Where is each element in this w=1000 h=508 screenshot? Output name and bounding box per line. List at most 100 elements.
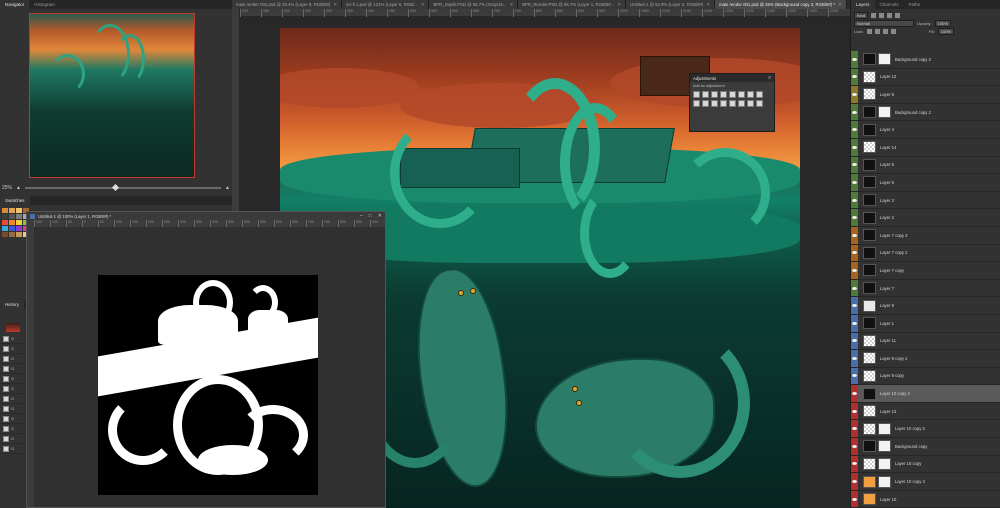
filter-pixel-icon[interactable] — [871, 12, 877, 18]
hue-saturation-icon[interactable] — [738, 91, 745, 98]
history-item[interactable]: G — [0, 334, 28, 344]
layer-name[interactable]: Layer 7 copy 2 — [880, 250, 907, 255]
layer-thumbnail[interactable] — [863, 457, 876, 470]
layer-row[interactable]: Layer 8 copy 2 — [851, 350, 1000, 368]
channel-mixer-icon[interactable] — [702, 100, 709, 107]
layer-name[interactable]: Layer 7 copy 3 — [880, 233, 907, 238]
swatch[interactable] — [16, 220, 22, 225]
history-item[interactable]: G — [0, 354, 28, 364]
document-tab[interactable]: BPR_Render.PSD @ 66.7% (Layer 1, RGB/8#.… — [518, 0, 626, 9]
zoom-slider[interactable] — [24, 183, 222, 192]
layer-thumbnail[interactable] — [863, 334, 876, 347]
vibrance-icon[interactable] — [729, 91, 736, 98]
history-item[interactable]: G — [0, 424, 28, 434]
layer-name[interactable]: Layer 10 copy 3 — [895, 479, 925, 484]
layer-thumbnail[interactable] — [863, 106, 876, 119]
visibility-eye-icon[interactable] — [852, 57, 857, 61]
layer-name[interactable]: Layer 8 — [880, 92, 894, 97]
silhouette-mask-canvas[interactable] — [98, 275, 318, 495]
layer-name[interactable]: Layer 10 — [880, 497, 896, 502]
visibility-eye-icon[interactable] — [852, 497, 857, 501]
layer-thumbnail[interactable] — [863, 299, 876, 312]
zoom-out-icon[interactable]: ▲ — [16, 185, 21, 191]
zoom-value[interactable]: 25% — [2, 185, 12, 191]
tab-history[interactable]: History — [0, 300, 25, 309]
visibility-eye-icon[interactable] — [852, 480, 857, 484]
layer-thumbnail[interactable] — [863, 53, 876, 66]
layer-row[interactable]: Layer 1 — [851, 314, 1000, 333]
layer-thumbnail[interactable] — [863, 352, 876, 365]
visibility-eye-icon[interactable] — [852, 233, 857, 237]
brightness-icon[interactable] — [693, 91, 700, 98]
close-icon[interactable]: ✕ — [333, 0, 337, 9]
swatch[interactable] — [2, 226, 8, 231]
exposure-icon[interactable] — [720, 91, 727, 98]
document-tab[interactable]: Untitled-1 @ 52.9% (Layer 2, RGB/8#) ✕ — [625, 0, 715, 9]
swatch[interactable] — [2, 232, 8, 237]
swatch[interactable] — [2, 220, 8, 225]
swatch[interactable] — [16, 232, 22, 237]
swatch[interactable] — [2, 208, 8, 213]
visibility-eye-icon[interactable] — [852, 216, 857, 220]
layer-name[interactable]: Layer 5 — [880, 162, 894, 167]
lock-position-icon[interactable] — [882, 28, 888, 34]
layer-row[interactable]: Layer 8 — [851, 86, 1000, 104]
layer-row[interactable]: Layer 14 — [851, 138, 1000, 157]
zoom-in-icon[interactable]: ▲ — [225, 185, 230, 191]
layer-row[interactable]: Layer 3 — [851, 191, 1000, 210]
close-icon[interactable]: ✕ — [421, 0, 425, 9]
swatch[interactable] — [9, 232, 15, 237]
layer-thumbnail[interactable] — [863, 387, 876, 400]
layer-name[interactable]: Layer 4 — [880, 127, 894, 132]
layer-name[interactable]: Layer 11 — [880, 338, 896, 343]
layer-thumbnail[interactable] — [863, 475, 876, 488]
document-tab[interactable]: BPR_Depth.PSD @ 66.7% (Gray/16... ✕ — [429, 0, 519, 9]
tab-navigator[interactable]: Navigator — [0, 0, 30, 9]
visibility-eye-icon[interactable] — [852, 145, 857, 149]
document-tab[interactable]: sci-fi 1.psd @ 121% (Layer 6, RGB/... ✕ — [342, 0, 430, 9]
layer-thumbnail[interactable] — [863, 229, 876, 242]
layer-row[interactable]: Layer 10 copy 2 — [851, 420, 1000, 439]
lock-transparent-icon[interactable] — [866, 28, 872, 34]
layer-thumbnail[interactable] — [863, 211, 876, 224]
layer-name[interactable]: Layer 12 — [880, 74, 896, 79]
minimize-icon[interactable]: – — [360, 213, 363, 219]
layer-thumbnail[interactable] — [863, 88, 876, 101]
visibility-eye-icon[interactable] — [852, 251, 857, 255]
layer-thumbnail[interactable] — [863, 493, 876, 506]
layer-thumbnail[interactable] — [863, 246, 876, 259]
visibility-eye-icon[interactable] — [852, 427, 857, 431]
panel-menu-icon[interactable]: ≡ — [768, 75, 771, 81]
history-item[interactable]: G — [0, 404, 28, 414]
maximize-icon[interactable]: □ — [369, 213, 372, 219]
visibility-eye-icon[interactable] — [852, 356, 857, 360]
layer-name[interactable]: Layer 10 copy 4 — [880, 391, 910, 396]
color-lookup-icon[interactable] — [711, 100, 718, 107]
black-white-icon[interactable] — [756, 91, 763, 98]
floating-vertical-ruler[interactable] — [27, 220, 34, 507]
layer-mask-thumbnail[interactable] — [878, 422, 891, 435]
floating-window-titlebar[interactable]: Untitled-1 @ 100% (Layer 1, RGB/8#) * – … — [27, 212, 385, 220]
horizontal-ruler[interactable]: 100 150 200 250 300 350 400 450 500 550 600 650 700 7… — [240, 9, 850, 17]
adjustments-title[interactable]: Adjustments — [693, 76, 716, 81]
layer-name[interactable]: Layer 8 copy 2 — [880, 356, 907, 361]
tab-layers[interactable]: Layers — [851, 0, 875, 9]
history-item[interactable]: G — [0, 344, 28, 354]
filter-shape-icon[interactable] — [895, 12, 901, 18]
tab-histogram[interactable]: Histogram — [29, 0, 60, 9]
layer-name[interactable]: Layer 6 — [880, 180, 894, 185]
layer-row[interactable]: Layer 13 — [851, 402, 1000, 421]
layer-thumbnail[interactable] — [863, 369, 876, 382]
layer-thumbnail[interactable] — [863, 176, 876, 189]
layer-name[interactable]: Background copy 2 — [895, 110, 931, 115]
layer-name[interactable]: Layer 1 — [880, 321, 894, 326]
visibility-eye-icon[interactable] — [852, 286, 857, 290]
visibility-eye-icon[interactable] — [852, 75, 857, 79]
layer-row[interactable]: Layer 10 copy — [851, 455, 1000, 474]
tab-paths[interactable]: Paths — [904, 0, 926, 9]
layer-name[interactable]: Layer 2 — [880, 215, 894, 220]
zoom-slider-knob[interactable] — [112, 183, 120, 192]
close-icon[interactable]: ✕ — [706, 0, 710, 9]
swatch[interactable] — [9, 208, 15, 213]
layer-thumbnail[interactable] — [863, 158, 876, 171]
